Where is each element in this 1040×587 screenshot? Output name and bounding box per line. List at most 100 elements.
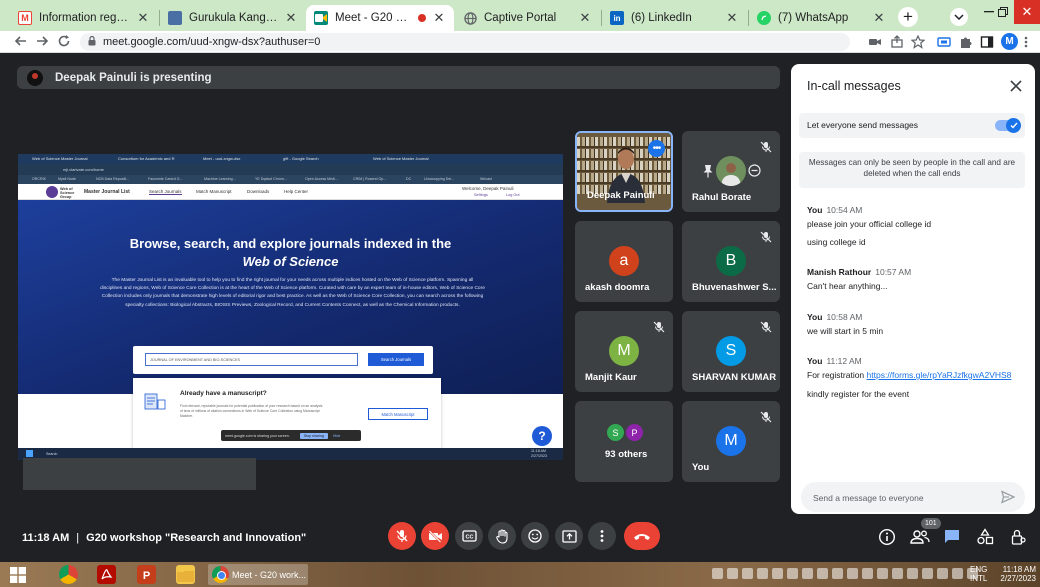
participant-tile-bhuvenashwer[interactable]: B Bhuvenashwer S... — [682, 221, 780, 302]
tray-app-icon[interactable] — [787, 568, 798, 579]
wifi-icon[interactable] — [877, 568, 888, 579]
pin-icon[interactable] — [702, 164, 714, 178]
close-icon[interactable] — [1009, 79, 1023, 93]
captions-button[interactable]: CC — [455, 522, 483, 550]
logout-link[interactable]: Log Out — [506, 193, 520, 197]
tab-whatsapp[interactable]: (7) WhatsApp ✕ — [749, 5, 894, 31]
tray-app-icon[interactable] — [922, 568, 933, 579]
search-journals-button[interactable]: Search Journals — [368, 353, 424, 366]
extension-cast-icon[interactable] — [937, 35, 951, 49]
system-clock[interactable]: 11:18 AM 2/27/2023 — [998, 565, 1036, 583]
site-nav-search[interactable]: Search Journals — [149, 189, 182, 195]
chat-message-input[interactable]: Send a message to everyone — [801, 482, 1025, 512]
close-window-icon[interactable]: ✕ — [1014, 0, 1040, 24]
back-arrow-icon[interactable] — [14, 34, 30, 50]
acrobat-taskbar-icon[interactable] — [97, 565, 116, 584]
tab-close-icon[interactable]: ✕ — [136, 10, 150, 26]
tray-app-icon[interactable] — [802, 568, 813, 579]
match-manuscript-button[interactable]: Match Manuscript — [368, 408, 428, 420]
powerpoint-taskbar-icon[interactable]: P — [137, 565, 156, 584]
chrome-taskbar-icon[interactable] — [59, 565, 78, 584]
stop-sharing-button[interactable]: Stop sharing — [299, 432, 328, 439]
message-time: 11:12 AM — [826, 356, 862, 366]
tab-close-icon[interactable]: ✕ — [872, 10, 886, 26]
camera-toggle-button[interactable] — [421, 522, 449, 550]
reactions-button[interactable] — [521, 522, 549, 550]
hide-notice-button[interactable]: Hide — [333, 434, 340, 438]
extensions-puzzle-icon[interactable] — [959, 35, 973, 49]
settings-link[interactable]: Settings — [474, 193, 488, 197]
help-bubble-button[interactable]: ? — [532, 426, 552, 446]
more-options-icon[interactable]: ••• — [648, 140, 665, 157]
host-controls-lock-icon[interactable] — [1009, 528, 1027, 546]
shared-screen[interactable]: Web of Science Master Journal Consortium… — [18, 154, 563, 460]
registration-link[interactable]: https://forms.gle/rpYaRJzfkgwA2VHS8 — [867, 370, 1012, 380]
participant-tile-others[interactable]: S P 93 others — [575, 401, 673, 482]
journal-search-input[interactable]: JOURNAL OF ENVIRONMENT AND BIO-SCIENCES — [145, 353, 358, 366]
tab-search-chevron-down-icon[interactable] — [950, 8, 968, 26]
tab-meet[interactable]: Meet - G20 workshop "R ✕ — [306, 5, 454, 31]
participant-tile-akash[interactable]: a akash doomra — [575, 221, 673, 302]
file-explorer-taskbar-icon[interactable] — [176, 565, 195, 584]
forward-arrow-icon[interactable] — [35, 34, 51, 50]
tray-app-icon[interactable] — [862, 568, 873, 579]
tray-app-icon[interactable] — [727, 568, 738, 579]
shared-start-icon — [26, 450, 33, 457]
chat-icon[interactable] — [943, 528, 961, 546]
tab-linkedin[interactable]: in (6) LinkedIn ✕ — [602, 5, 747, 31]
tray-app-icon[interactable] — [757, 568, 768, 579]
tab-close-icon[interactable]: ✕ — [578, 10, 592, 26]
participant-tile-manjit[interactable]: M Manjit Kaur — [575, 311, 673, 392]
remove-from-call-icon[interactable] — [748, 164, 761, 177]
tray-app-icon[interactable] — [937, 568, 948, 579]
mic-toggle-button[interactable] — [388, 522, 416, 550]
profile-avatar[interactable]: M — [1001, 33, 1018, 50]
new-tab-button[interactable]: + — [898, 7, 918, 27]
let-everyone-send-toggle[interactable] — [995, 118, 1021, 133]
input-language[interactable]: ENG INTL — [970, 565, 987, 583]
tray-app-icon[interactable] — [817, 568, 828, 579]
chat-message: You 11:12 AM For registration https://for… — [807, 356, 1022, 400]
volume-icon[interactable] — [892, 568, 903, 579]
keyboard-icon[interactable] — [712, 568, 723, 579]
tray-app-icon[interactable] — [952, 568, 963, 579]
participant-tile-rahul[interactable]: Rahul Borate — [682, 131, 780, 212]
camera-in-use-icon[interactable] — [868, 35, 882, 49]
side-panel-icon[interactable] — [980, 35, 994, 49]
site-nav-match[interactable]: Match Manuscript — [196, 189, 232, 194]
tab-close-icon[interactable]: ✕ — [432, 10, 446, 26]
participant-tile-you[interactable]: M You — [682, 401, 780, 482]
tray-app-icon[interactable] — [847, 568, 858, 579]
participant-tile-sharvan[interactable]: S SHARVAN KUMAR — [682, 311, 780, 392]
tab-gurukula[interactable]: Gurukula Kangri Vishwavidya ✕ — [160, 5, 306, 31]
windows-start-icon[interactable] — [10, 567, 26, 583]
chat-message: You 10:54 AM please join your official co… — [807, 205, 1022, 248]
tray-app-icon[interactable] — [832, 568, 843, 579]
restore-window-icon[interactable] — [990, 0, 1016, 24]
meeting-details-info-icon[interactable] — [878, 528, 896, 546]
activities-shapes-icon[interactable] — [976, 528, 994, 546]
kebab-menu-icon[interactable] — [1024, 35, 1032, 49]
present-screen-button[interactable] — [555, 522, 583, 550]
leave-call-button[interactable] — [624, 522, 660, 550]
more-options-button[interactable] — [588, 522, 616, 550]
bookmark-star-icon[interactable] — [910, 34, 926, 49]
raise-hand-button[interactable] — [488, 522, 516, 550]
reload-icon[interactable] — [57, 34, 73, 50]
tab-captive-portal[interactable]: Captive Portal ✕ — [455, 5, 600, 31]
people-icon[interactable] — [910, 528, 930, 546]
site-nav-downloads[interactable]: Downloads — [247, 189, 269, 194]
site-nav-help[interactable]: Help Center — [284, 189, 308, 194]
participant-tile-deepak[interactable]: ••• Deepak Painuli — [575, 131, 673, 212]
participant-name: You — [692, 462, 710, 473]
address-bar[interactable]: meet.google.com/uud-xngw-dsx?authuser=0 — [80, 33, 850, 51]
tab-close-icon[interactable]: ✕ — [284, 10, 298, 26]
tray-app-icon[interactable] — [742, 568, 753, 579]
tab-gmail[interactable]: M Information regarding Pool ✕ — [10, 5, 158, 31]
tab-close-icon[interactable]: ✕ — [725, 10, 739, 26]
tray-app-icon[interactable] — [772, 568, 783, 579]
chrome-meet-taskbar-button[interactable]: Meet - G20 work... — [208, 564, 308, 585]
send-icon[interactable] — [1001, 490, 1016, 504]
battery-icon[interactable] — [907, 568, 918, 579]
share-icon[interactable] — [890, 35, 904, 49]
